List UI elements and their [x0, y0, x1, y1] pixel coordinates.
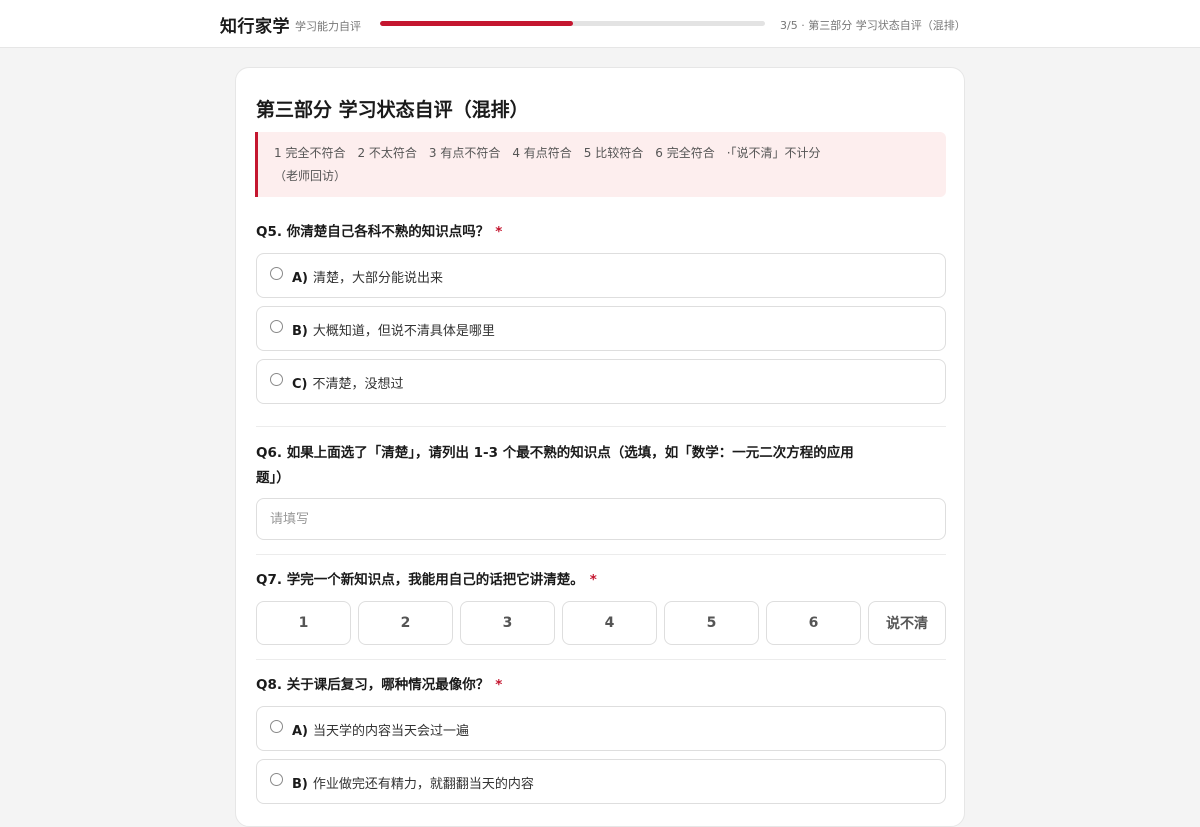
divider — [256, 659, 946, 660]
progress-bar — [380, 21, 765, 26]
radio-button[interactable] — [270, 320, 283, 333]
radio-button[interactable] — [270, 373, 283, 386]
q7-scale-button-4[interactable]: 4 — [562, 601, 657, 645]
q7-scale-button-2[interactable]: 2 — [358, 601, 453, 645]
question-text: Q8. 关于课后复习，哪种情况最像你？ — [256, 677, 490, 693]
required-marker: * — [495, 224, 503, 240]
question-text: Q6. 如果上面选了「清楚」，请列出 1-3 个最不熟的知识点（选填，如「数学：… — [256, 445, 854, 461]
option-letter: A) — [292, 724, 309, 739]
q7-scale-button-6[interactable]: 6 — [766, 601, 861, 645]
question-title-q5: Q5. 你清楚自己各科不熟的知识点吗？ * — [256, 220, 502, 245]
option-letter: B) — [292, 324, 308, 339]
option-label: 作业做完还有精力，就翻翻当天的内容 — [312, 777, 534, 792]
radio-button[interactable] — [270, 267, 283, 280]
scale-legend-line: 1 完全不符合 2 不太符合 3 有点不符合 4 有点符合 5 比较符合 6 完… — [274, 146, 821, 160]
option-letter: B) — [292, 777, 308, 792]
question-text: Q7. 学完一个新知识点，我能用自己的话把它讲清楚。 — [256, 572, 584, 588]
required-marker: * — [495, 677, 503, 693]
radio-button[interactable] — [270, 720, 283, 733]
section-title: 第三部分 学习状态自评（混排） — [256, 99, 529, 121]
q7-scale-button-5[interactable]: 5 — [664, 601, 759, 645]
divider — [256, 426, 946, 427]
option-letter: C) — [292, 377, 308, 392]
question-text: Q5. 你清楚自己各科不熟的知识点吗？ — [256, 224, 490, 240]
q8-option-b[interactable]: B) 作业做完还有精力，就翻翻当天的内容 — [256, 759, 946, 804]
question-title-q7: Q7. 学完一个新知识点，我能用自己的话把它讲清楚。 * — [256, 568, 597, 593]
top-bar: 知行家学 学习能力自评 3/5 · 第三部分 学习状态自评（混排） — [0, 0, 1200, 48]
q7-scale-button-3[interactable]: 3 — [460, 601, 555, 645]
radio-button[interactable] — [270, 773, 283, 786]
q8-option-a[interactable]: A) 当天学的内容当天会过一遍 — [256, 706, 946, 751]
question-title-q8: Q8. 关于课后复习，哪种情况最像你？ * — [256, 673, 502, 698]
q5-option-c[interactable]: C) 不清楚，没想过 — [256, 359, 946, 404]
progress-text: 3/5 · 第三部分 学习状态自评（混排） — [780, 19, 966, 32]
question-title-q6: Q6. 如果上面选了「清楚」，请列出 1-3 个最不熟的知识点（选填，如「数学：… — [256, 441, 854, 491]
option-label: 当天学的内容当天会过一遍 — [313, 724, 470, 739]
q5-option-b[interactable]: B) 大概知道，但说不清具体是哪里 — [256, 306, 946, 351]
question-text: 题」） — [256, 470, 290, 486]
q6-text-input[interactable] — [256, 498, 946, 540]
scale-legend-note: 1 完全不符合 2 不太符合 3 有点不符合 4 有点符合 5 比较符合 6 完… — [255, 132, 946, 197]
required-marker: * — [589, 572, 597, 588]
q7-scale-button-1[interactable]: 1 — [256, 601, 351, 645]
option-label: 大概知道，但说不清具体是哪里 — [312, 324, 495, 339]
option-letter: A) — [292, 271, 309, 286]
divider — [256, 554, 946, 555]
progress-bar-fill — [380, 21, 573, 26]
questionnaire-card: 第三部分 学习状态自评（混排） 1 完全不符合 2 不太符合 3 有点不符合 4… — [235, 67, 965, 827]
scale-legend-line: （老师回访） — [274, 169, 347, 183]
option-label: 清楚，大部分能说出来 — [313, 271, 444, 286]
brand-subtitle: 学习能力自评 — [295, 20, 361, 33]
brand-logo-text: 知行家学 — [220, 17, 290, 37]
q7-scale-button-unsure[interactable]: 说不清 — [868, 601, 946, 645]
q5-option-a[interactable]: A) 清楚，大部分能说出来 — [256, 253, 946, 298]
option-label: 不清楚，没想过 — [312, 377, 404, 392]
